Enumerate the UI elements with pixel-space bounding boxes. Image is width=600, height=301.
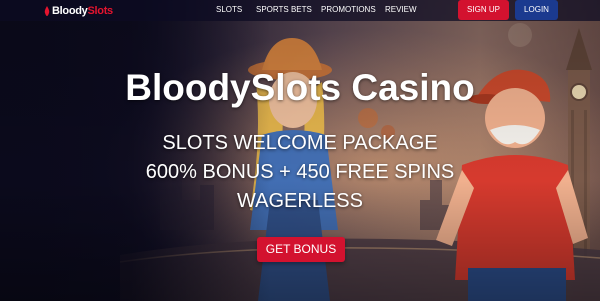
- site-logo[interactable]: BloodySlots: [44, 4, 113, 18]
- bloodyslots-logo-icon: [44, 6, 50, 16]
- hero-subtitle-line-2: 600% BONUS + 450 FREE SPINS: [145, 161, 455, 183]
- login-button[interactable]: LOGIN: [515, 0, 558, 20]
- sign-up-button[interactable]: SIGN UP: [458, 0, 509, 20]
- nav-link-promotions[interactable]: PROMOTIONS: [321, 0, 376, 21]
- landing-page: BloodySlots SLOTS SPORTS BETS PROMOTIONS…: [0, 0, 600, 301]
- nav-link-review[interactable]: REVIEW: [385, 0, 417, 21]
- nav-link-slots[interactable]: SLOTS: [216, 0, 242, 21]
- get-bonus-button[interactable]: GET BONUS: [257, 237, 345, 262]
- logo-text: BloodySlots: [52, 5, 113, 17]
- nav-link-sports-bets[interactable]: SPORTS BETS: [256, 0, 312, 21]
- top-navigation-bar: BloodySlots SLOTS SPORTS BETS PROMOTIONS…: [0, 0, 600, 21]
- hero-subtitle-line-3: WAGERLESS: [237, 190, 363, 212]
- hero-subtitle-line-1: SLOTS WELCOME PACKAGE: [162, 132, 438, 154]
- hero-title: BloodySlots Casino: [125, 67, 475, 108]
